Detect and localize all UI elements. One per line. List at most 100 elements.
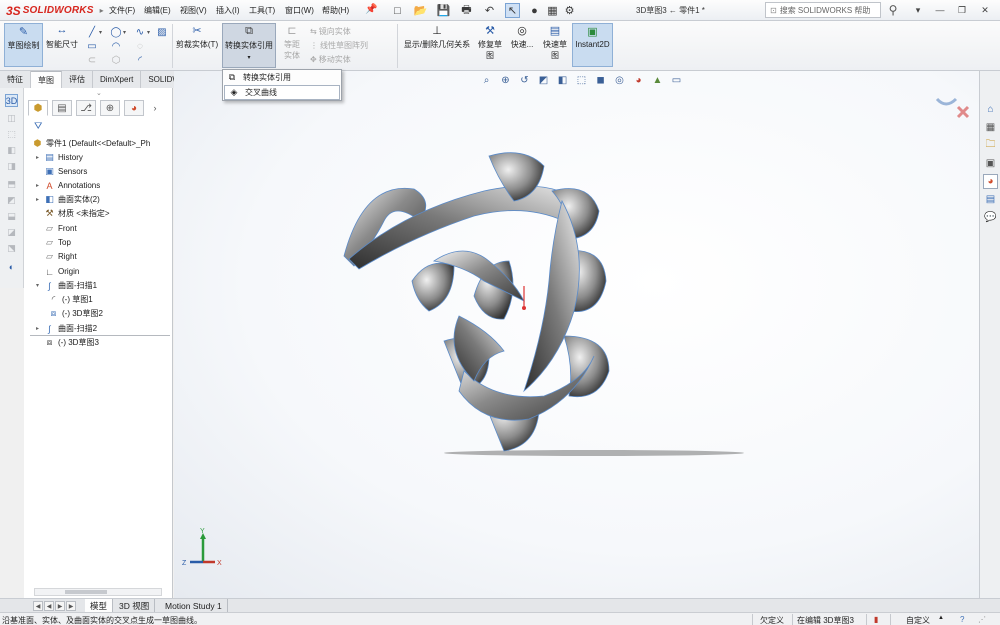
linear-pattern-button[interactable]: ⋮ 线性草图阵列 bbox=[310, 40, 368, 51]
tree-item-front-plane[interactable]: ▱ Front bbox=[34, 222, 77, 235]
expand-icon[interactable]: ▸ bbox=[34, 325, 41, 332]
convert-entities-button[interactable]: ⧉ 转换实体引用 ▾ bbox=[222, 23, 276, 68]
strip-tool-icon[interactable]: ◧ bbox=[5, 144, 18, 157]
solidworks-logo[interactable]: 3S SOLIDWORKS ▸ bbox=[6, 3, 104, 18]
tab-model[interactable]: 模型 bbox=[85, 599, 114, 612]
tree-item-3dsketch3[interactable]: ⧈ (-) 3D草图3 bbox=[44, 336, 99, 349]
menu-tools[interactable]: 工具(T) bbox=[249, 5, 275, 16]
spline-caret-icon[interactable]: ▾ bbox=[147, 29, 150, 36]
search-input[interactable]: ⊡ 搜索 SOLIDWORKS 帮助 bbox=[765, 2, 881, 18]
print-icon[interactable]: 🖶 bbox=[459, 3, 474, 18]
convert-entities-small-icon[interactable]: ▨ bbox=[156, 26, 168, 38]
file-explorer-icon[interactable]: 🗀 bbox=[983, 138, 998, 153]
sketch-button[interactable]: ✎ 草图绘制 bbox=[4, 23, 43, 67]
display-manager-tab-icon[interactable]: ◕ bbox=[124, 100, 144, 116]
solidworks-resources-icon[interactable]: ⌂ bbox=[983, 102, 998, 117]
tree-item-top-plane[interactable]: ▱ Top bbox=[34, 236, 71, 249]
quick-snaps-button[interactable]: ◎ 快速... bbox=[507, 23, 537, 67]
view-settings-icon[interactable]: ▭ bbox=[670, 74, 683, 87]
exit-sketch-icon[interactable] bbox=[935, 97, 958, 106]
rapid-sketch-button[interactable]: ▤ 快速草图 bbox=[540, 23, 570, 67]
menu-item-intersection-curve[interactable]: ◈ 交叉曲线 bbox=[224, 85, 340, 100]
trim-entities-button[interactable]: ✂ 剪裁实体(T) bbox=[175, 23, 219, 67]
pin-icon[interactable]: 📌 bbox=[365, 4, 377, 15]
dynamic-annotation-icon[interactable]: ◧ bbox=[556, 74, 569, 87]
expand-icon[interactable]: ▸ bbox=[34, 196, 41, 203]
previous-view-icon[interactable]: ↺ bbox=[518, 74, 531, 87]
edit-appearance-icon[interactable]: ◕ bbox=[632, 74, 645, 87]
offset-entities-button[interactable]: ⊏ 等距实体 bbox=[279, 23, 305, 67]
rebuild-status-icon[interactable]: ▮ bbox=[874, 615, 878, 624]
zoom-to-area-icon[interactable]: ⊕ bbox=[499, 74, 512, 87]
zoom-to-fit-icon[interactable]: ⌕ bbox=[480, 74, 493, 87]
instant2d-button[interactable]: ▣ Instant2D bbox=[572, 23, 613, 67]
repair-sketch-button[interactable]: ⚒ 修复草图 bbox=[476, 23, 504, 67]
relations-button[interactable]: ⊥ 显示/删除几何关系 bbox=[400, 23, 474, 67]
mirror-entities-button[interactable]: ⇆ 镜向实体 bbox=[310, 26, 351, 37]
menu-view[interactable]: 视图(V) bbox=[180, 5, 207, 16]
view-orientation-icon[interactable]: ⬚ bbox=[575, 74, 588, 87]
units-system[interactable]: 自定义 bbox=[906, 615, 930, 625]
expand-icon[interactable]: ▸ bbox=[34, 154, 41, 161]
menu-edit[interactable]: 编辑(E) bbox=[144, 5, 171, 16]
tree-item-annotations[interactable]: ▸ A Annotations bbox=[34, 179, 100, 192]
tree-item-right-plane[interactable]: ▱ Right bbox=[34, 250, 77, 263]
appearances-icon[interactable]: ◕ bbox=[983, 174, 998, 189]
strip-tool-icon[interactable]: ⬒ bbox=[5, 178, 18, 191]
view-palette-icon[interactable]: ▣ bbox=[983, 156, 998, 171]
hide-show-items-icon[interactable]: ◎ bbox=[613, 74, 626, 87]
tab-sketch[interactable]: 草图 bbox=[31, 71, 62, 88]
tree-item-surface-bodies[interactable]: ▸ ◧ 曲面实体(2) bbox=[34, 193, 100, 206]
tab-features[interactable]: 特征 bbox=[0, 71, 31, 88]
help-status-icon[interactable]: ? bbox=[960, 615, 964, 624]
select-icon[interactable]: ↖ bbox=[505, 3, 520, 18]
undo-icon[interactable]: ↶ bbox=[482, 3, 497, 18]
menu-help[interactable]: 帮助(H) bbox=[322, 5, 349, 16]
last-tab-icon[interactable]: ▶ bbox=[66, 601, 76, 611]
menu-window[interactable]: 窗口(W) bbox=[285, 5, 314, 16]
restore-icon[interactable]: ❐ bbox=[954, 2, 970, 18]
prev-tab-icon[interactable]: ◀ bbox=[44, 601, 54, 611]
custom-properties-icon[interactable]: ▤ bbox=[983, 192, 998, 207]
move-entities-button[interactable]: ✥ 移动实体 bbox=[310, 54, 351, 65]
scrollbar-thumb[interactable] bbox=[65, 590, 107, 594]
tree-item-material[interactable]: ⚒ 材质 <未指定> bbox=[34, 207, 109, 220]
configurationmanager-tab-icon[interactable]: ⎇ bbox=[76, 100, 96, 116]
cancel-sketch-icon[interactable] bbox=[956, 105, 970, 119]
display-style-icon[interactable]: ◼ bbox=[594, 74, 607, 87]
tree-item-3dsketch2[interactable]: ⧈ (-) 3D草图2 bbox=[48, 307, 103, 320]
close-icon[interactable]: ✕ bbox=[977, 2, 993, 18]
menu-insert[interactable]: 插入(I) bbox=[216, 5, 240, 16]
section-view-icon[interactable]: ◩ bbox=[537, 74, 550, 87]
dimxpert-tab-icon[interactable]: ⊕ bbox=[100, 100, 120, 116]
strip-tool-icon[interactable]: ◪ bbox=[5, 226, 18, 239]
tab-evaluate[interactable]: 评估 bbox=[62, 71, 93, 88]
slot-icon[interactable]: ⊂ bbox=[86, 54, 98, 66]
expand-icon[interactable]: ▸ bbox=[34, 182, 41, 189]
tabs-more-icon[interactable]: › bbox=[148, 100, 162, 116]
tab-motion-study[interactable]: Motion Study 1 bbox=[160, 599, 228, 612]
graphics-area[interactable]: ⌕ ⊕ ↺ ◩ ◧ ⬚ ◼ ◎ ◕ ▲ ▭ Y X Z bbox=[174, 71, 979, 598]
apply-scene-icon[interactable]: ▲ bbox=[651, 74, 664, 87]
collapse-icon[interactable]: ▾ bbox=[34, 282, 41, 289]
tree-item-sensors[interactable]: ▣ Sensors bbox=[34, 165, 87, 178]
propertymanager-tab-icon[interactable]: ▤ bbox=[52, 100, 72, 116]
rectangle-icon[interactable]: ▭ bbox=[86, 40, 98, 52]
circle-icon[interactable]: ◯ bbox=[110, 26, 122, 38]
tree-item-history[interactable]: ▸ ▤ History bbox=[34, 151, 83, 164]
polygon-icon[interactable]: ⬡ bbox=[110, 54, 122, 66]
save-icon[interactable]: 💾 bbox=[436, 3, 451, 18]
ellipse-icon[interactable]: ◌ bbox=[134, 40, 146, 52]
traffic-light-icon[interactable]: ● bbox=[527, 3, 542, 18]
featuremanager-tab-icon[interactable]: ⬢ bbox=[28, 100, 48, 116]
menu-file[interactable]: 文件(F) bbox=[109, 5, 135, 16]
fillet-icon[interactable]: ◜ bbox=[134, 54, 146, 66]
design-library-icon[interactable]: ▦ bbox=[983, 120, 998, 135]
sketch-point[interactable] bbox=[522, 306, 526, 310]
splitter-handle-icon[interactable]: ⌄ bbox=[96, 89, 102, 97]
rebuild-icon[interactable]: ▦ bbox=[545, 3, 560, 18]
first-tab-icon[interactable]: ◀ bbox=[33, 601, 43, 611]
forum-icon[interactable]: 💬 bbox=[983, 210, 998, 225]
strip-tool-icon[interactable]: ⬔ bbox=[5, 242, 18, 255]
tree-root[interactable]: ⬢ 零件1 (Default<<Default>_Ph bbox=[32, 137, 151, 150]
